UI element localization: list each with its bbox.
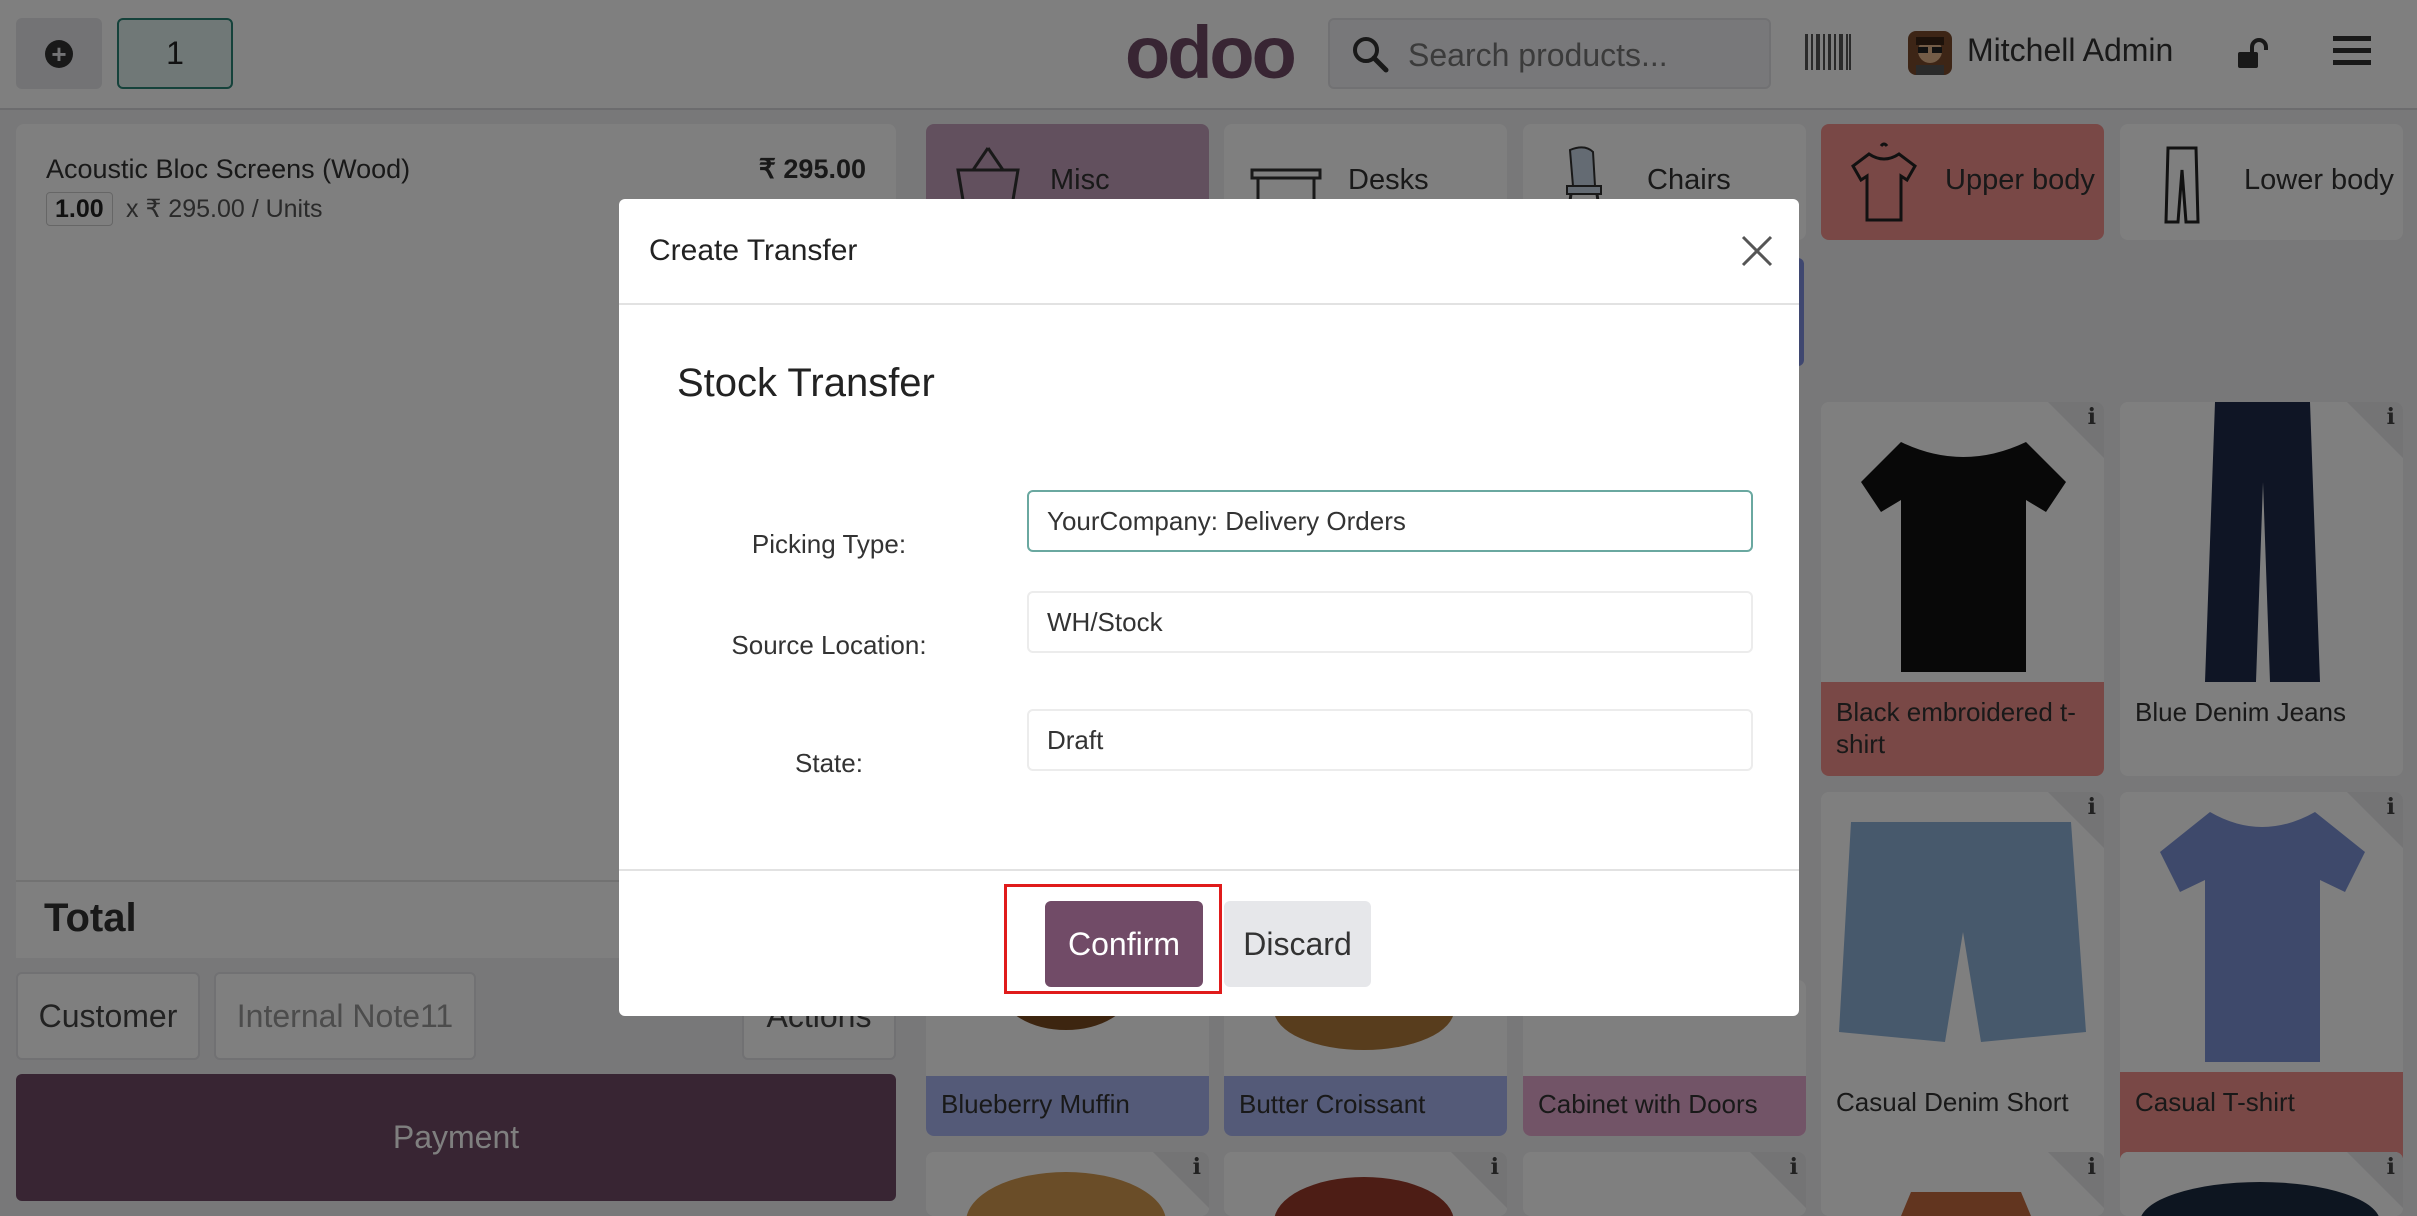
dialog-title: Create Transfer xyxy=(649,234,858,267)
create-transfer-dialog: Create Transfer Stock Transfer Picking T… xyxy=(619,199,1799,1016)
state-value: Draft xyxy=(1047,725,1104,755)
source-location-field[interactable]: WH/Stock xyxy=(1027,591,1753,653)
dialog-heading: Stock Transfer xyxy=(677,361,935,405)
discard-label: Discard xyxy=(1243,925,1352,962)
dialog-header: Create Transfer xyxy=(619,199,1799,305)
picking-type-label: Picking Type: xyxy=(751,529,907,559)
picking-type-value: YourCompany: Delivery Orders xyxy=(1047,506,1406,536)
close-icon[interactable] xyxy=(1739,233,1775,269)
state-label: State: xyxy=(795,748,863,778)
dialog-footer: Confirm Discard xyxy=(619,869,1799,1016)
state-field[interactable]: Draft xyxy=(1027,709,1753,771)
source-location-label: Source Location: xyxy=(731,630,927,660)
confirm-button[interactable]: Confirm xyxy=(1045,901,1203,987)
confirm-label: Confirm xyxy=(1067,925,1180,962)
picking-type-field[interactable]: YourCompany: Delivery Orders xyxy=(1027,490,1753,552)
source-location-value: WH/Stock xyxy=(1047,607,1163,637)
discard-button[interactable]: Discard xyxy=(1224,901,1371,987)
